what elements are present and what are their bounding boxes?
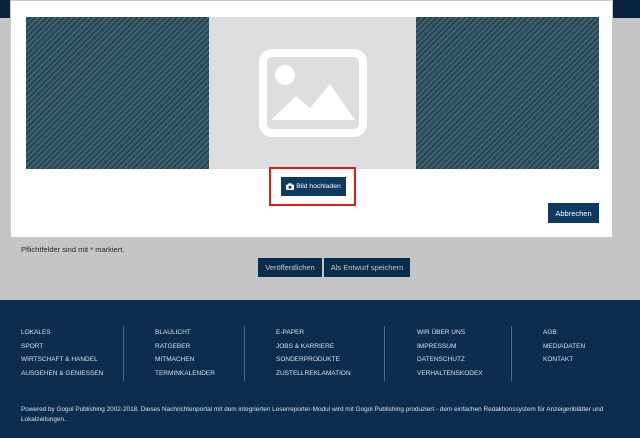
cancel-button[interactable]: Abbrechen [548,203,599,223]
footer-link[interactable]: MEDIADATEN [543,340,585,354]
footer-link[interactable]: E-PAPER [276,326,351,340]
upload-highlight-frame: Bild hochladen [269,167,356,206]
image-preview [26,17,599,169]
footer-link[interactable]: KONTAKT [543,353,585,367]
footer-link[interactable]: IMPRESSUM [417,340,483,354]
footer-divider [511,326,512,381]
footer-column-3: E-PAPER JOBS & KARRIERE SONDERPRODUKTE Z… [276,326,351,381]
footer-column-4: WIR ÜBER UNS IMPRESSUM DATENSCHUTZ VERHA… [417,326,483,381]
footer-divider [244,326,245,381]
camera-icon [286,183,295,190]
footer-column-1: LOKALES SPORT WIRTSCHAFT & HANDEL AUSGEH… [21,326,103,381]
footer-column-5: AGB MEDIADATEN KONTAKT [543,326,585,367]
footer-link[interactable]: DATENSCHUTZ [417,353,483,367]
image-upload-modal: Bild hochladen Abbrechen [10,0,613,238]
footer-link[interactable]: LOKALES [21,326,103,340]
footer-divider [123,326,124,381]
footer-link[interactable]: MITMACHEN [155,353,215,367]
upload-image-label: Bild hochladen [296,183,341,190]
footer-link[interactable]: BLAULICHT [155,326,215,340]
preview-side-pattern [416,17,599,169]
footer-link[interactable]: AGB [543,326,585,340]
footer-link[interactable]: SPORT [21,340,103,354]
preview-side-pattern [26,17,209,169]
footer-column-2: BLAULICHT RATGEBER MITMACHEN TERMINKALEN… [155,326,215,381]
footer-link[interactable]: WIRTSCHAFT & HANDEL [21,353,103,367]
upload-image-button[interactable]: Bild hochladen [281,177,346,196]
footer-link[interactable]: VERHALTENSKODEX [417,367,483,381]
footer-copyright: Powered by Gogol Publishing 2002-2018. D… [21,406,604,423]
footer-link[interactable]: RATGEBER [155,340,215,354]
image-placeholder-icon [258,49,367,137]
footer-link[interactable]: ZUSTELLREKLAMATION [276,367,351,381]
footer-link[interactable]: JOBS & KARRIERE [276,340,351,354]
footer-link[interactable]: WIR ÜBER UNS [417,326,483,340]
footer-link[interactable]: SONDERPRODUKTE [276,353,351,367]
site-footer: LOKALES SPORT WIRTSCHAFT & HANDEL AUSGEH… [0,300,640,438]
footer-divider [384,326,385,381]
footer-link[interactable]: AUSGEHEN & GENIESSEN [21,367,103,381]
footer-link[interactable]: TERMINKALENDER [155,367,215,381]
image-placeholder [209,17,416,169]
